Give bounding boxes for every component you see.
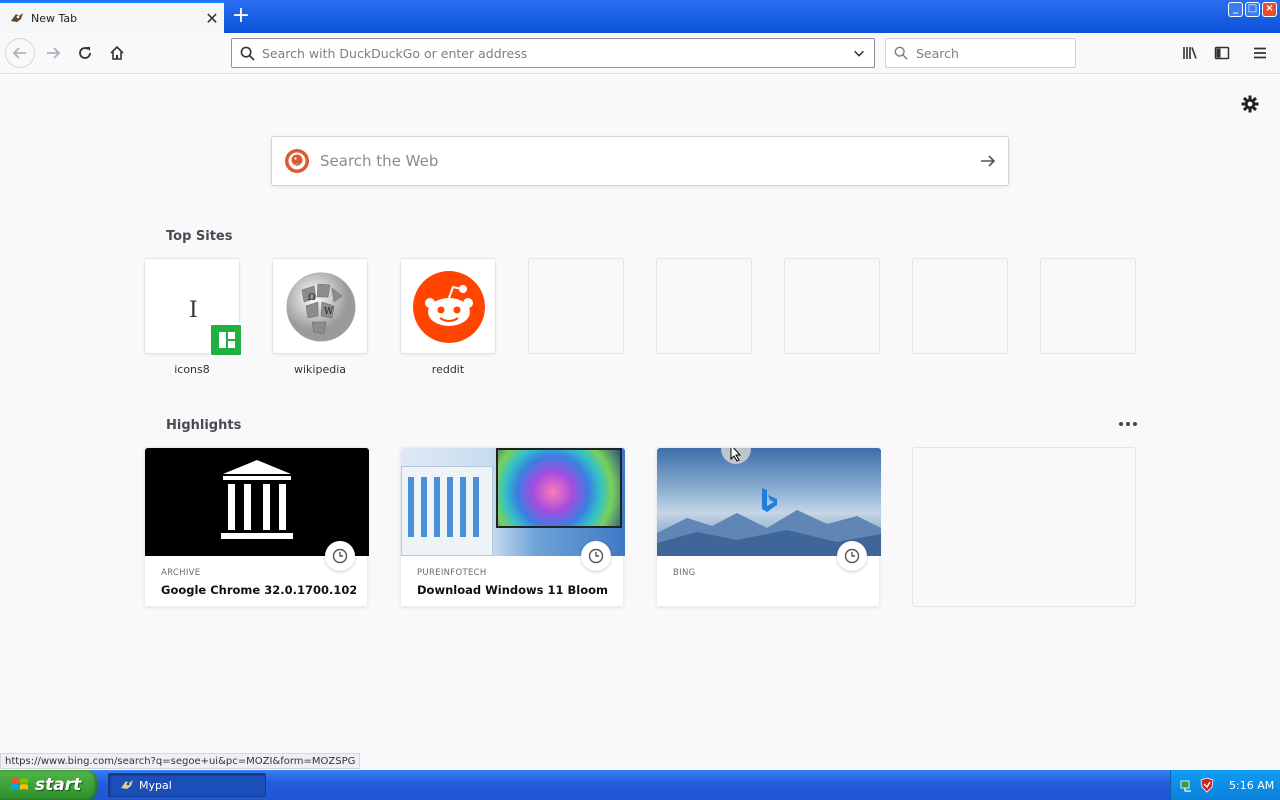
security-shield-icon[interactable] [1199,777,1215,793]
highlight-source: PUREINFOTECH [417,568,487,578]
windows-start-menu-image [401,466,493,556]
clock-icon [325,541,355,571]
site-label: reddit [431,363,465,376]
reload-icon [79,47,91,59]
reddit-logo-icon [413,271,485,343]
sidebar-icon [1214,46,1230,60]
top-site-empty[interactable] [656,258,752,354]
mypal-icon [121,780,133,789]
search-icon [886,46,916,60]
taskbar-item-label: Mypal [139,778,172,792]
highlight-source: ARCHIVE [161,568,201,578]
highlight-thumbnail [145,448,369,556]
highlight-title: Download Windows 11 Bloom Co... [417,583,612,597]
mypal-favicon-icon [11,13,23,22]
taskbar: start Mypal 5:16 AM [0,770,1280,800]
archive-building-icon [221,460,293,539]
settings-gear-icon[interactable] [1240,94,1260,114]
start-label: start [35,775,82,795]
highlight-title: Google Chrome 32.0.1700.102 : ... [161,583,356,597]
search-bar[interactable] [885,38,1076,68]
windows-bloom-wallpaper-image [496,448,622,528]
back-button[interactable] [5,38,35,68]
back-arrow-icon [12,47,26,59]
reload-button[interactable] [70,38,100,68]
more-options-icon[interactable] [1117,416,1139,432]
site-tile[interactable] [400,258,496,354]
highlights-heading: Highlights [166,418,242,433]
maximize-button[interactable]: □ [1245,2,1260,17]
hamburger-icon [1254,47,1266,59]
bing-logo-icon [762,488,777,512]
status-bar-url: https://www.bing.com/search?q=segoe+ui&p… [0,753,361,769]
library-button[interactable] [1175,38,1205,68]
highlight-thumbnail [657,448,881,556]
top-site-empty[interactable] [1040,258,1136,354]
top-site-empty[interactable] [912,258,1008,354]
network-icon[interactable] [1179,777,1195,793]
site-tile-placeholder[interactable] [656,258,752,354]
start-button[interactable]: start [0,770,97,800]
highlight-source: BING [673,568,696,578]
home-button[interactable] [102,38,132,68]
arrow-right-icon[interactable] [968,152,1008,170]
site-tile[interactable]: I [144,258,243,357]
highlight-thumbnail [401,448,625,556]
tab-title: New Tab [31,11,78,25]
site-tile-placeholder[interactable] [784,258,880,354]
taskbar-item-mypal[interactable]: Mypal [108,773,266,797]
top-site-icons8[interactable]: I icons8 [144,258,243,376]
highlight-card-pureinfotech[interactable]: PUREINFOTECH Download Windows 11 Bloom C… [400,447,625,607]
forward-button[interactable] [38,38,68,68]
sidebar-button[interactable] [1207,38,1237,68]
site-label: icons8 [174,363,210,376]
site-label: wikipedia [293,363,346,376]
menu-button[interactable] [1245,38,1275,68]
site-tile-placeholder[interactable] [1040,258,1136,354]
chevron-down-icon[interactable] [844,46,874,60]
url-input[interactable] [262,45,844,61]
svg-text:W: W [324,307,334,317]
mouse-pointer-icon [721,448,751,464]
clock-icon [581,541,611,571]
clock-time: 5:16 AM [1229,778,1275,792]
clock-icon [837,541,867,571]
new-tab-button[interactable]: + [228,4,254,30]
top-sites-heading: Top Sites [166,229,233,244]
top-site-reddit[interactable]: reddit [400,258,496,376]
windows-flag-icon [11,778,28,790]
text-cursor-icon: I [189,298,198,323]
system-tray: 5:16 AM [1170,770,1280,800]
site-tile-placeholder[interactable] [528,258,624,354]
tab-strip: New Tab ✕ + _ □ × [0,0,1280,33]
highlight-card-archive[interactable]: ARCHIVE Google Chrome 32.0.1700.102 : ..… [144,447,369,607]
svg-text:Ω: Ω [308,293,315,303]
tab-new-tab[interactable]: New Tab ✕ [0,1,224,33]
top-site-empty[interactable] [784,258,880,354]
icons8-logo-icon [209,323,243,357]
search-icon [232,46,262,61]
search-input[interactable] [916,45,1075,61]
close-window-button[interactable]: × [1262,2,1277,17]
highlight-card-bing[interactable]: BING [656,447,881,607]
close-tab-icon[interactable]: ✕ [200,9,224,28]
web-search-placeholder: Search the Web [320,152,439,170]
site-tile-placeholder[interactable] [912,258,1008,354]
home-icon [110,45,124,60]
wikipedia-globe-icon: Ω W [286,272,356,342]
minimize-button[interactable]: _ [1228,2,1243,17]
site-tile[interactable]: Ω W [272,258,368,354]
top-site-empty[interactable] [528,258,624,354]
library-icon [1183,47,1197,59]
top-site-wikipedia[interactable]: Ω W wikipedia [272,258,368,376]
forward-arrow-icon [47,47,61,59]
highlight-card-placeholder [912,447,1136,607]
url-bar[interactable] [231,38,875,68]
duckduckgo-logo-icon [285,149,309,173]
navigation-toolbar [0,33,1280,74]
web-search-box[interactable]: Search the Web [271,136,1009,186]
